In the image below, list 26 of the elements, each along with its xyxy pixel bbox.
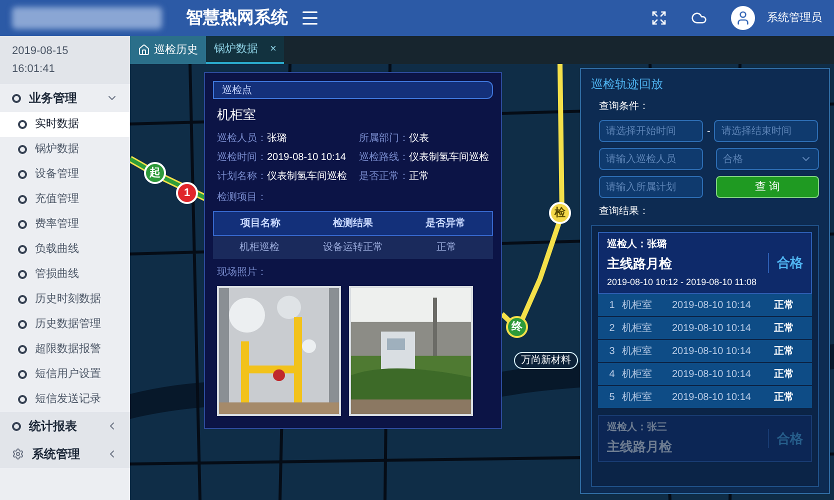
menu-item[interactable]: 管损曲线 xyxy=(0,262,130,287)
tab-close[interactable]: × xyxy=(270,40,276,58)
tab[interactable]: 巡检历史 xyxy=(130,36,206,64)
menu-item[interactable]: 短信用户设置 xyxy=(0,362,130,387)
menu-group[interactable]: 统计报表 xyxy=(0,412,130,440)
menu-item[interactable]: 设备管理 xyxy=(0,162,130,187)
menu-item[interactable]: 负载曲线 xyxy=(0,237,130,262)
menu-item[interactable]: 锅炉数据 xyxy=(0,137,130,162)
home-icon xyxy=(138,44,150,56)
menu-item[interactable]: 历史数据管理 xyxy=(0,312,130,337)
fullscreen-icon[interactable] xyxy=(651,10,667,26)
date-text: 2019-08-15 xyxy=(12,44,70,59)
menu-item[interactable]: 历史时刻数据 xyxy=(0,287,130,312)
time-text: 16:01:41 xyxy=(12,62,56,77)
avatar-icon[interactable] xyxy=(731,6,755,30)
cloud-icon[interactable] xyxy=(691,10,707,26)
menu-item[interactable]: 费率管理 xyxy=(0,212,130,237)
user-name[interactable]: 系统管理员 xyxy=(767,10,822,26)
settings-icon xyxy=(12,448,24,460)
menu-item[interactable]: 超限数据报警 xyxy=(0,337,130,362)
menu-group[interactable]: 系统管理 xyxy=(0,440,130,468)
menu-item[interactable]: 充值管理 xyxy=(0,187,130,212)
app-title: 智慧热网系统 xyxy=(186,7,288,30)
menu-item[interactable]: 短信发送记录 xyxy=(0,387,130,412)
tab[interactable]: 锅炉数据 × xyxy=(206,36,284,64)
menu-item[interactable]: 实时数据 xyxy=(0,112,130,137)
